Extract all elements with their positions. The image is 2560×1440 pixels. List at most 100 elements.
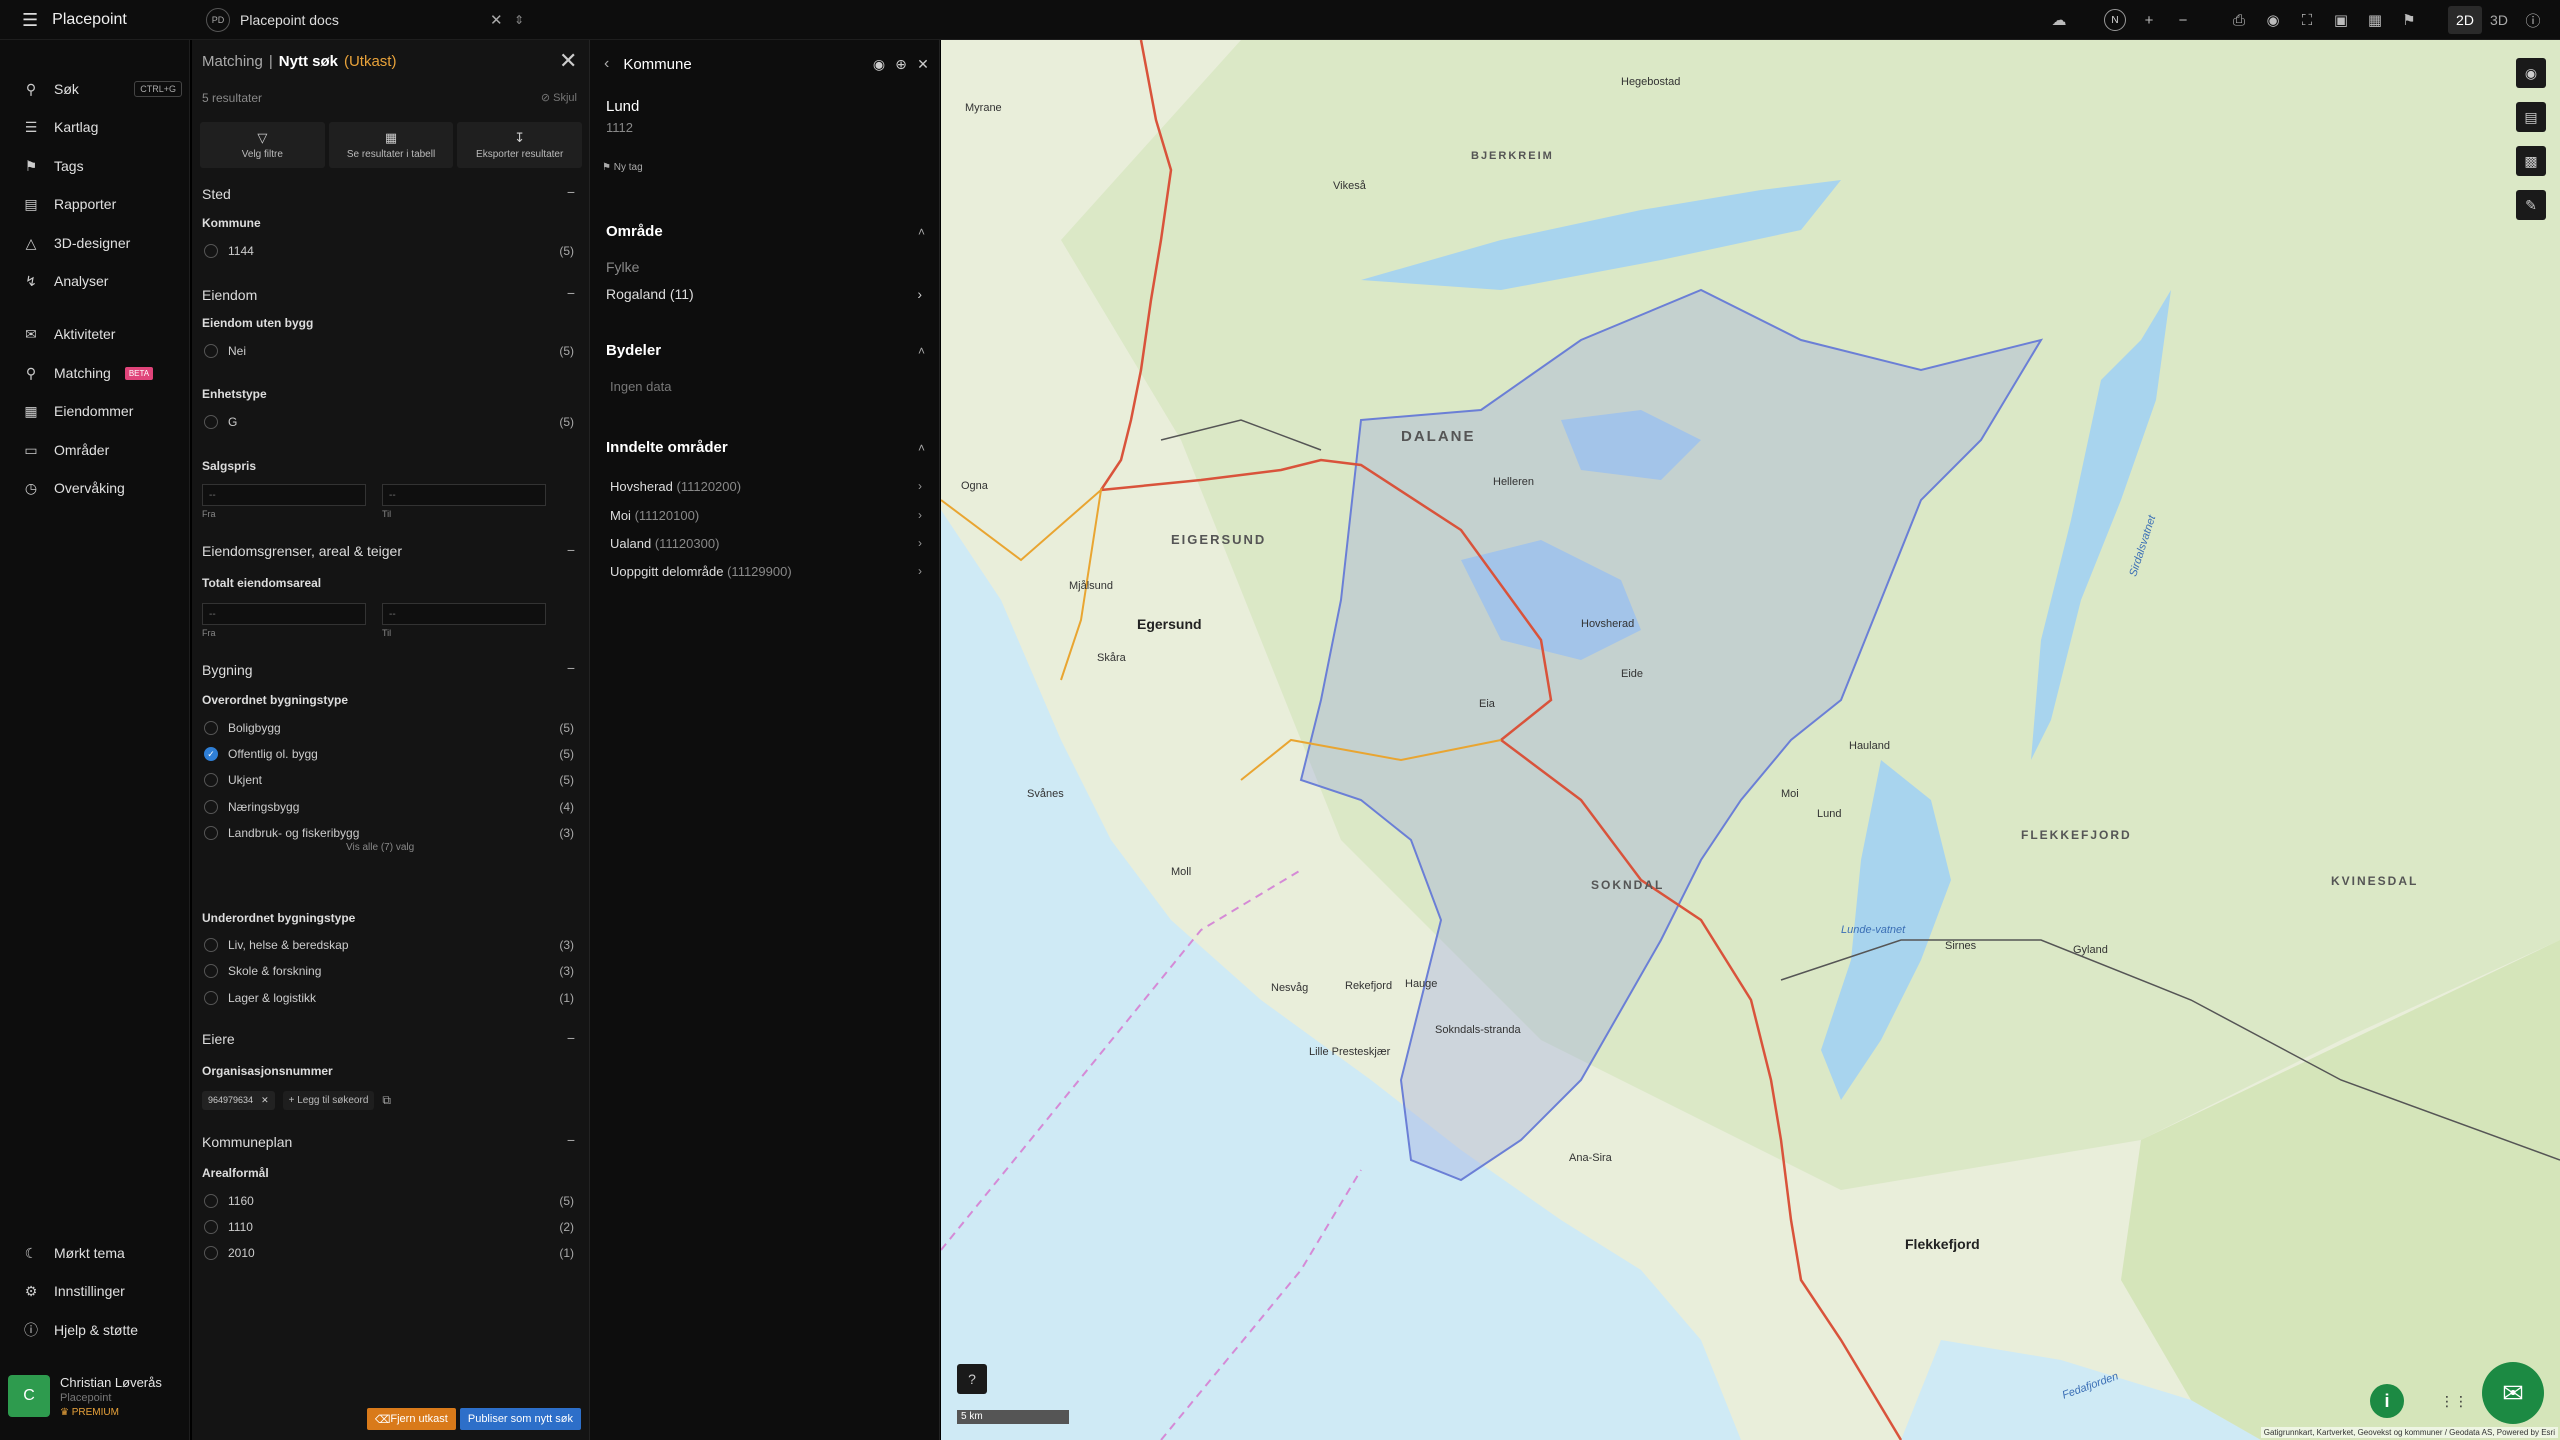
checkbox[interactable] [204, 826, 218, 840]
checkbox[interactable] [204, 1220, 218, 1234]
checkbox[interactable] [204, 344, 218, 358]
section-kommuneplan[interactable]: Kommuneplan [202, 1134, 292, 1150]
camera-icon[interactable]: ▣ [2324, 6, 2358, 34]
sidebar-item-aktiviteter[interactable]: ✉ Aktiviteter [22, 321, 182, 347]
collapse-icon[interactable]: − [567, 1132, 575, 1148]
chevron-up-icon[interactable]: ˄ [918, 344, 925, 358]
measure-icon[interactable]: ▤ [2516, 102, 2546, 132]
close-icon[interactable]: ✕ [261, 1095, 269, 1106]
checkbox[interactable] [204, 800, 218, 814]
sidebar-item-kartlag[interactable]: ☰ Kartlag [22, 114, 182, 140]
option-row[interactable]: Liv, helse & beredskap (3) [204, 935, 574, 955]
remove-draft-button[interactable]: ⌫ Fjern utkast [366, 1408, 456, 1430]
close-icon[interactable]: ✕ [559, 48, 577, 74]
checkbox[interactable] [204, 773, 218, 787]
back-icon[interactable]: ‹ [604, 55, 609, 73]
option-row[interactable]: Landbruk- og fiskeribygg (3) [204, 823, 574, 843]
option-row[interactable]: 1160 (5) [204, 1191, 574, 1211]
copy-icon[interactable]: ⧉ [382, 1093, 391, 1108]
workspace-selector[interactable]: PD Placepoint docs ✕ ⇕ [206, 6, 536, 34]
close-icon[interactable]: ✕ [912, 56, 934, 73]
option-row[interactable]: ✓ Offentlig ol. bygg (5) [204, 744, 574, 764]
compass-button[interactable]: N [2098, 6, 2132, 34]
sidebar-item-matching[interactable]: ⚲ Matching BETA [22, 360, 182, 386]
sidebar-item-3d-designer[interactable]: △ 3D-designer [22, 230, 182, 256]
checkbox[interactable] [204, 938, 218, 952]
price-from-input[interactable] [202, 484, 366, 506]
drag-handle-icon[interactable]: ⋮⋮ [2440, 1393, 2468, 1410]
collapse-icon[interactable]: − [567, 1030, 575, 1046]
checkbox[interactable] [204, 415, 218, 429]
area-row[interactable]: Hovsherad (11120200) › [610, 479, 922, 494]
fullscreen-icon[interactable]: ⛶ [2290, 6, 2324, 34]
area-row[interactable]: Ualand (11120300) › [610, 536, 922, 551]
map-canvas[interactable]: DALANE BJERKREIM EIGERSUND SOKNDAL FLEKK… [941, 40, 2560, 1440]
chevron-up-icon[interactable]: ˄ [918, 441, 925, 455]
section-inndelte[interactable]: Inndelte områder [606, 439, 728, 456]
option-row[interactable]: Lager & logistikk (1) [204, 988, 574, 1008]
area-to-input[interactable] [382, 603, 546, 625]
sidebar-item-tags[interactable]: ⚑ Tags [22, 153, 182, 179]
checkbox[interactable] [204, 721, 218, 735]
fylke-row[interactable]: Rogaland (11) › [606, 286, 926, 302]
section-eiendom[interactable]: Eiendom [202, 287, 257, 303]
sidebar-item-rapporter[interactable]: ▤ Rapporter [22, 191, 182, 217]
draw-icon[interactable]: ✎ [2516, 190, 2546, 220]
collapse-icon[interactable]: − [567, 542, 575, 558]
chevron-updown-icon[interactable]: ⇕ [514, 13, 524, 27]
option-row[interactable]: 1110 (2) [204, 1217, 574, 1237]
new-tag-button[interactable]: ⚑ Ny tag [602, 162, 643, 173]
area-row[interactable]: Uoppgitt delområde (11129900) › [610, 564, 922, 579]
breadcrumb-parent[interactable]: Matching [202, 53, 263, 70]
collapse-icon[interactable]: − [567, 660, 575, 676]
section-bygning[interactable]: Bygning [202, 662, 253, 678]
sidebar-item-dark-theme[interactable]: ☾ Mørkt tema [22, 1240, 182, 1266]
sidebar-item-sok[interactable]: ⚲ Søk CTRL+G [22, 76, 182, 102]
map-help-button[interactable]: ? [957, 1364, 987, 1394]
price-to-input[interactable] [382, 484, 546, 506]
option-row[interactable]: Skole & forskning (3) [204, 961, 574, 981]
cloud-icon[interactable]: ☁ [2042, 6, 2076, 34]
area-row[interactable]: Moi (11120100) › [610, 508, 922, 523]
hide-button[interactable]: ⊘ Skjul [541, 91, 577, 104]
chart-icon[interactable]: ▩ [2516, 146, 2546, 176]
collapse-icon[interactable]: − [567, 285, 575, 301]
info-icon[interactable]: ⓘ [2516, 6, 2550, 34]
section-grenser[interactable]: Eiendomsgrenser, areal & teiger [202, 543, 402, 559]
checkbox[interactable] [204, 1246, 218, 1260]
close-icon[interactable]: ✕ [490, 11, 503, 29]
chat-button[interactable]: ✉ [2482, 1362, 2544, 1424]
sidebar-item-omrader[interactable]: ▭ Områder [22, 437, 182, 463]
publish-search-button[interactable]: Publiser som nytt søk [459, 1408, 581, 1430]
sidebar-item-analyser[interactable]: ↯ Analyser [22, 268, 182, 294]
section-eiere[interactable]: Eiere [202, 1031, 235, 1047]
section-sted[interactable]: Sted [202, 186, 231, 202]
option-row[interactable]: Ukjent (5) [204, 770, 574, 790]
chevron-up-icon[interactable]: ˄ [918, 225, 925, 239]
show-all-link[interactable]: Vis alle (7) valg [346, 842, 414, 853]
option-row[interactable]: Boligbygg (5) [204, 718, 574, 738]
option-row[interactable]: Nei (5) [204, 341, 574, 361]
option-row[interactable]: G (5) [204, 412, 574, 432]
option-row[interactable]: 2010 (1) [204, 1243, 574, 1263]
user-card[interactable]: C Christian Løverås Placepoint ♛ PREMIUM [8, 1366, 184, 1426]
layer-toggle-icon[interactable]: ◉ [2516, 58, 2546, 88]
sidebar-item-settings[interactable]: ⚙ Innstillinger [22, 1278, 182, 1304]
checkbox[interactable] [204, 964, 218, 978]
section-bydeler[interactable]: Bydeler [606, 342, 661, 359]
target-icon[interactable]: ⊕ [890, 56, 912, 73]
checkbox[interactable] [204, 1194, 218, 1208]
checkbox-checked[interactable]: ✓ [204, 747, 218, 761]
eye-icon[interactable]: ◉ [868, 56, 890, 73]
view-table-button[interactable]: ▦ Se resultater i tabell [328, 122, 454, 168]
section-omrade[interactable]: Område [606, 223, 663, 240]
option-row[interactable]: Næringsbygg (4) [204, 797, 574, 817]
option-row[interactable]: 1144 (5) [204, 241, 574, 261]
eye-icon[interactable]: ◉ [2256, 6, 2290, 34]
brand[interactable]: ☰ Placepoint [22, 8, 127, 32]
export-results-button[interactable]: ↧ Eksporter resultater [457, 122, 583, 168]
checkbox[interactable] [204, 244, 218, 258]
area-from-input[interactable] [202, 603, 366, 625]
add-keyword-button[interactable]: + Legg til søkeord [282, 1090, 375, 1110]
checkbox[interactable] [204, 991, 218, 1005]
